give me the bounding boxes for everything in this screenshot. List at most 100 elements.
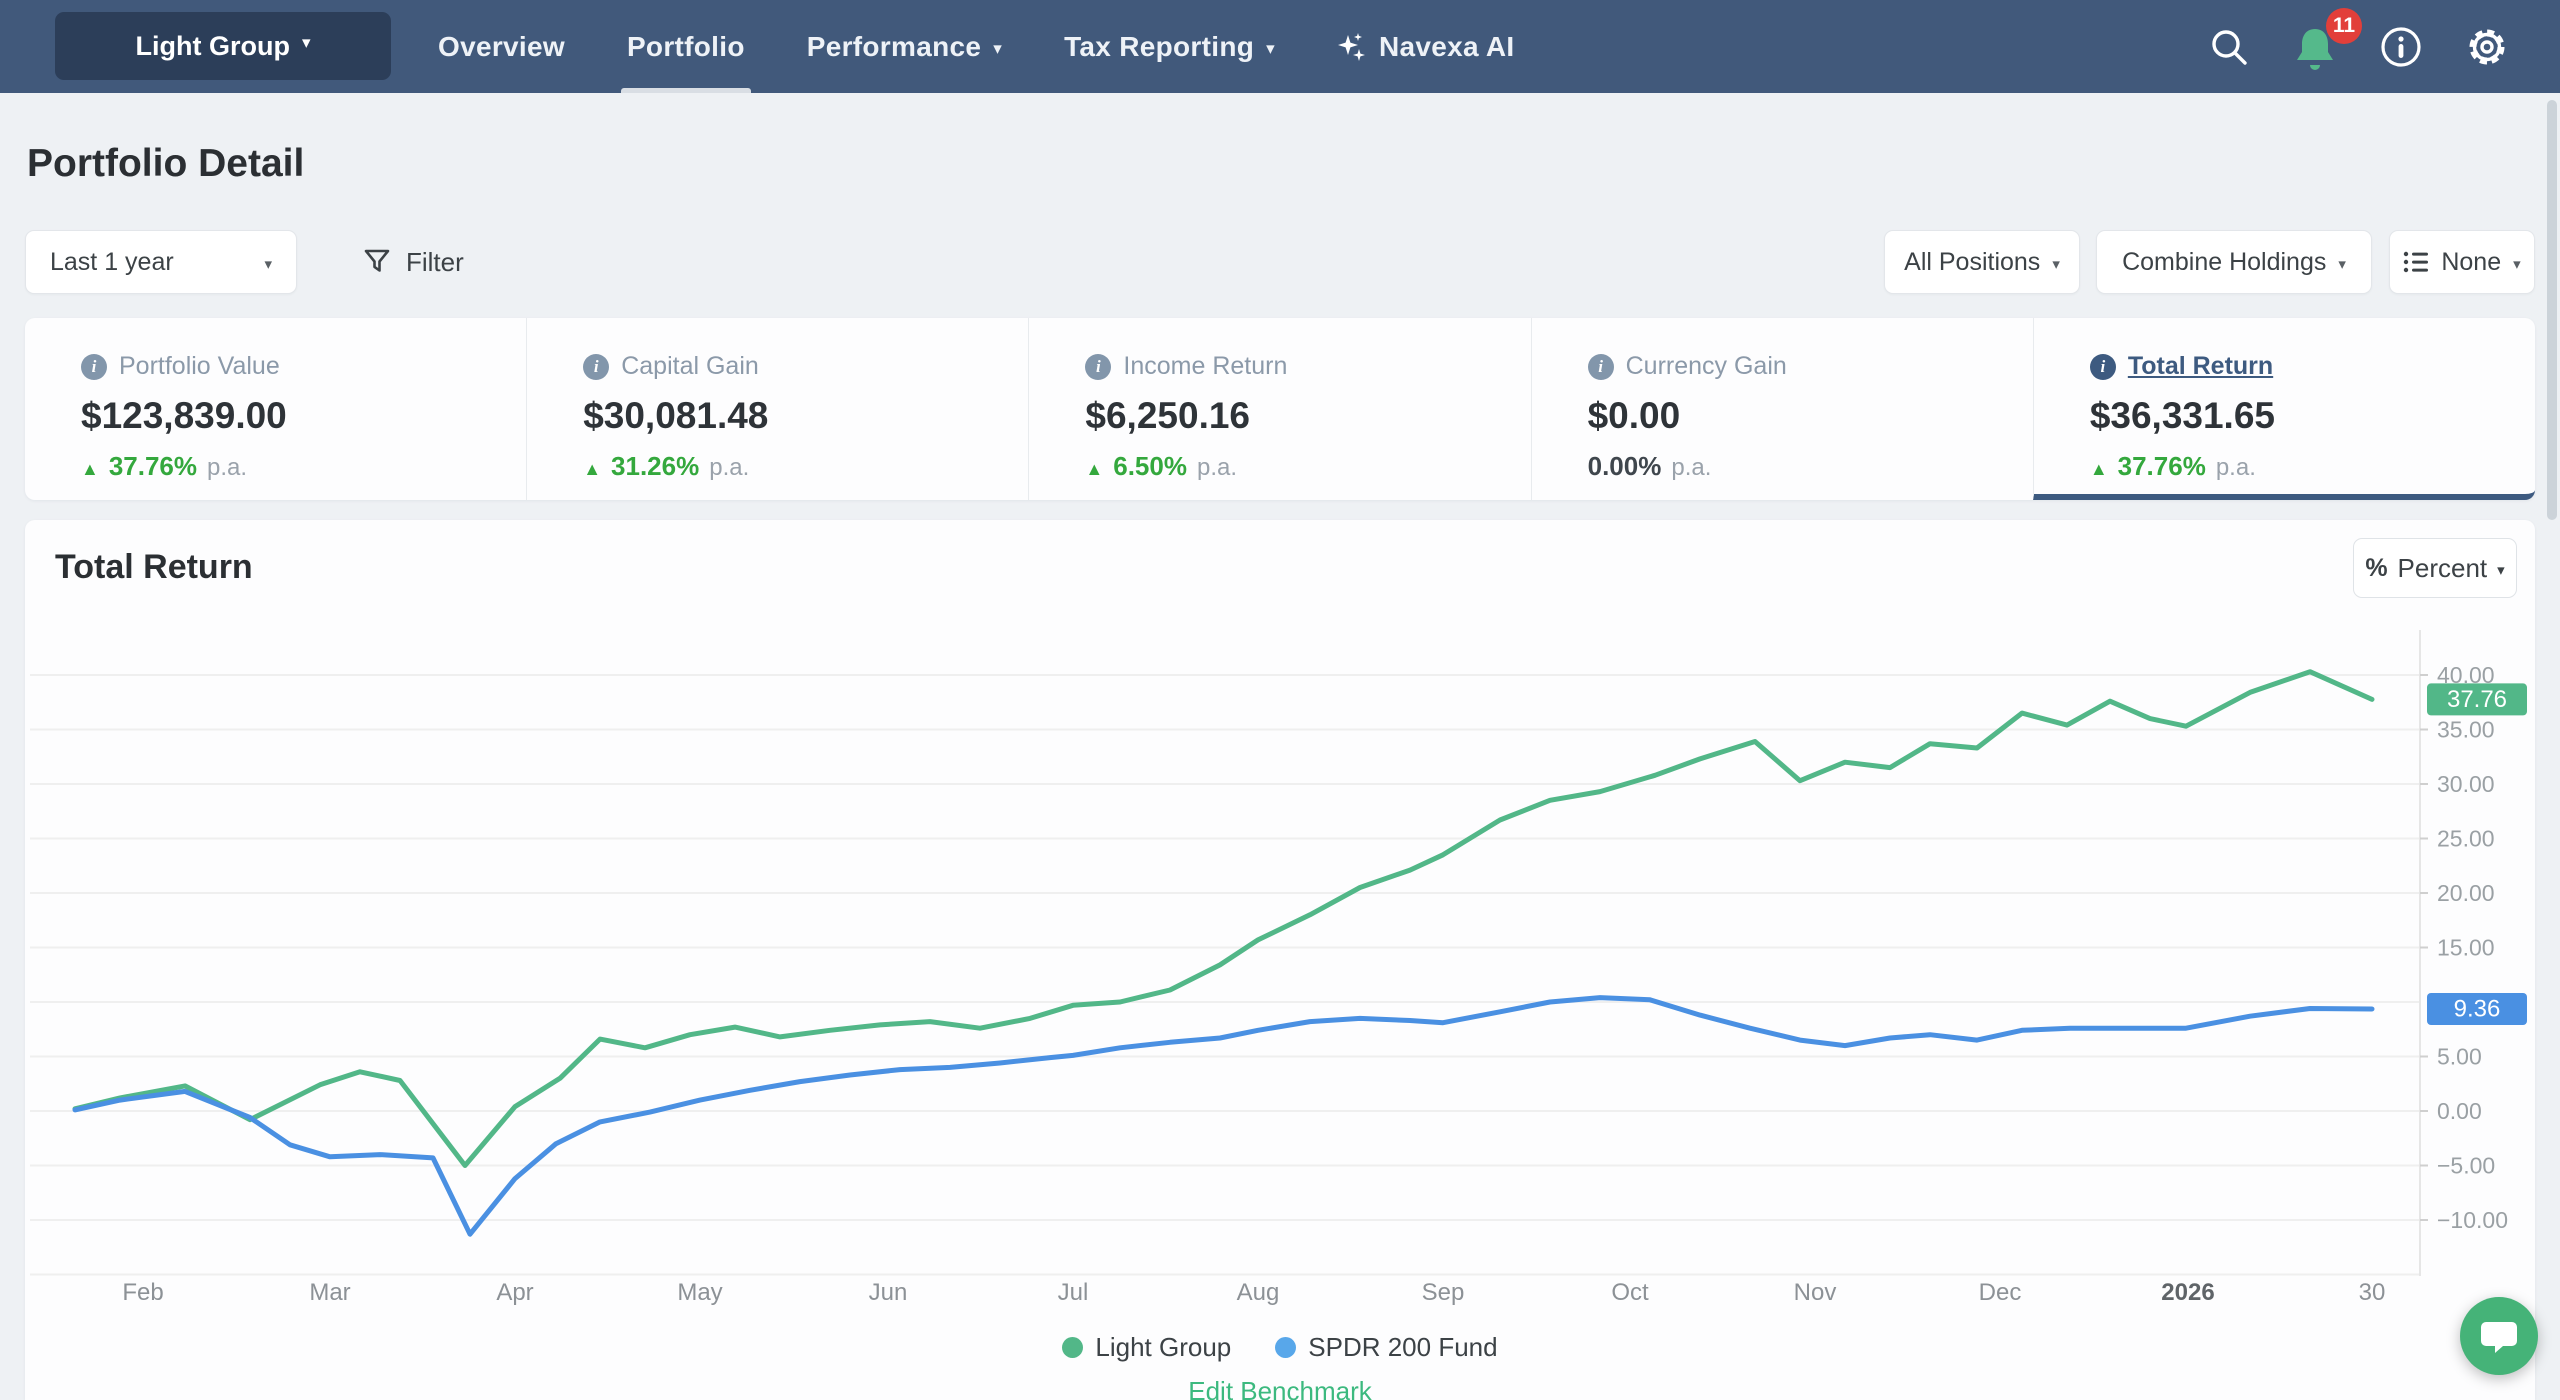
chat-launcher-button[interactable] xyxy=(2460,1297,2538,1375)
stat-change: 0.00% xyxy=(1588,451,1662,482)
stat-card-currency-gain[interactable]: iCurrency Gain$0.000.00%p.a. xyxy=(1531,318,2033,500)
settings-button[interactable] xyxy=(2459,19,2515,75)
x-axis-label: Feb xyxy=(122,1279,163,1306)
app-window: Light Group ▾ Overview Portfolio Performan… xyxy=(0,0,2560,1400)
info-icon[interactable]: i xyxy=(1085,354,1111,380)
x-axis-label: Dec xyxy=(1979,1279,2022,1306)
notification-count-badge[interactable]: 11 xyxy=(2326,8,2362,44)
x-axis-label: Apr xyxy=(496,1279,533,1306)
axis-value-badge-text: 37.76 xyxy=(2447,686,2507,713)
nav-item-label: Performance xyxy=(807,31,982,63)
arrow-up-icon: ▲ xyxy=(583,459,601,480)
stat-change: 6.50% xyxy=(1113,451,1187,482)
chart-unit-dropdown[interactable]: % Percent ▾ xyxy=(2353,538,2517,598)
nav-item-label: Tax Reporting xyxy=(1064,31,1254,63)
chevron-down-icon: ▾ xyxy=(2338,255,2346,273)
x-axis-label: Nov xyxy=(1794,1279,1837,1306)
stat-change-row: ▲37.76%p.a. xyxy=(2090,451,2535,482)
total-return-chart-card: Total Return % Percent ▾ 40.0035.0030.00… xyxy=(25,520,2535,1400)
x-axis-label: Oct xyxy=(1611,1279,1649,1306)
stat-card-income-return[interactable]: iIncome Return$6,250.16▲6.50%p.a. xyxy=(1028,318,1530,500)
info-icon[interactable]: i xyxy=(81,354,107,380)
group-by-dropdown[interactable]: None ▾ xyxy=(2389,230,2535,294)
legend-label: Light Group xyxy=(1095,1332,1231,1363)
stat-card-portfolio-value[interactable]: i Portfolio Value $123,839.00 ▲ 37.76% p.a. xyxy=(25,318,526,500)
y-axis-label: 20.00 xyxy=(2437,880,2495,906)
x-axis-label: Sep xyxy=(1422,1279,1465,1306)
info-icon[interactable]: i xyxy=(1588,354,1614,380)
stat-card-total-return[interactable]: iTotal Return$36,331.65▲37.76%p.a. xyxy=(2033,318,2535,500)
nav-item-performance[interactable]: Performance ▾ xyxy=(807,0,1002,93)
page-title: Portfolio Detail xyxy=(27,142,304,186)
stat-change-row: ▲ 31.26% p.a. xyxy=(583,451,1028,482)
group-by-label: None xyxy=(2441,248,2501,277)
info-icon xyxy=(2378,24,2424,70)
funnel-icon xyxy=(362,247,392,277)
y-axis-label: 35.00 xyxy=(2437,717,2495,743)
info-icon[interactable]: i xyxy=(583,354,609,380)
chart-legend: Light Group SPDR 200 Fund xyxy=(25,1332,2535,1363)
stat-change-suffix: p.a. xyxy=(1197,454,1237,482)
axis-value-badge-text: 9.36 xyxy=(2454,996,2501,1023)
chevron-down-icon: ▾ xyxy=(2052,255,2060,273)
x-axis-label: Jun xyxy=(869,1279,908,1306)
sparkles-icon xyxy=(1337,31,1367,63)
x-axis-label: Mar xyxy=(309,1279,350,1306)
legend-dot xyxy=(1275,1337,1296,1358)
stat-change: 37.76% xyxy=(109,451,197,482)
portfolio-selector[interactable]: Light Group ▾ xyxy=(55,12,391,80)
nav-item-portfolio[interactable]: Portfolio xyxy=(627,0,745,93)
stat-label: Currency Gain xyxy=(1626,352,1787,381)
info-icon[interactable]: i xyxy=(2090,354,2116,380)
nav-item-overview[interactable]: Overview xyxy=(438,0,565,93)
help-button[interactable] xyxy=(2373,19,2429,75)
stat-card-capital-gain[interactable]: i Capital Gain $30,081.48 ▲ 31.26% p.a. xyxy=(526,318,1028,500)
total-return-line-chart[interactable]: 40.0035.0030.0025.0020.0015.005.000.00−5… xyxy=(25,620,2535,1320)
legend-item-spdr-200-fund[interactable]: SPDR 200 Fund xyxy=(1275,1332,1497,1363)
stat-value: $123,839.00 xyxy=(81,395,526,437)
nav-item-label: Overview xyxy=(438,31,565,63)
portfolio-selector-label: Light Group xyxy=(135,31,289,62)
arrow-up-icon: ▲ xyxy=(81,459,99,480)
combine-holdings-dropdown[interactable]: Combine Holdings ▾ xyxy=(2096,230,2372,294)
stat-change-suffix: p.a. xyxy=(709,454,749,482)
legend-item-light-group[interactable]: Light Group xyxy=(1062,1332,1231,1363)
x-axis-label: Jul xyxy=(1058,1279,1089,1306)
edit-benchmark-link[interactable]: Edit Benchmark xyxy=(25,1376,2535,1400)
chart-line-spdr-200-fund xyxy=(75,998,2372,1235)
stat-change-suffix: p.a. xyxy=(207,454,247,482)
percent-icon: % xyxy=(2365,554,2387,583)
stat-change-row: ▲ 37.76% p.a. xyxy=(81,451,526,482)
date-range-select[interactable]: Last 1 year ▾ xyxy=(25,230,297,294)
x-axis-label: 30 xyxy=(2359,1279,2386,1306)
nav-item-label: Navexa AI xyxy=(1379,31,1515,63)
y-axis-label: −10.00 xyxy=(2437,1207,2508,1233)
chevron-down-icon: ▾ xyxy=(2497,561,2505,579)
gear-icon xyxy=(2464,24,2510,70)
y-axis-label: 15.00 xyxy=(2437,935,2495,961)
y-axis-label: −5.00 xyxy=(2437,1153,2495,1179)
stat-change-row: 0.00%p.a. xyxy=(1588,451,2033,482)
chart-line-light-group xyxy=(75,672,2372,1166)
filter-button[interactable]: Filter xyxy=(362,230,464,294)
stat-label: Income Return xyxy=(1123,352,1287,381)
nav-item-tax-reporting[interactable]: Tax Reporting▾ xyxy=(1064,0,1275,93)
stat-change-row: ▲ 6.50% p.a. xyxy=(1085,451,1530,482)
arrow-up-icon: ▲ xyxy=(1085,459,1103,480)
stat-change: 37.76% xyxy=(2118,451,2206,482)
stat-change: 31.26% xyxy=(611,451,699,482)
date-range-value: Last 1 year xyxy=(50,248,174,277)
legend-label: SPDR 200 Fund xyxy=(1308,1332,1497,1363)
search-button[interactable] xyxy=(2201,19,2257,75)
stat-value: $36,331.65 xyxy=(2090,395,2535,437)
scrollbar[interactable] xyxy=(2547,100,2557,520)
main-nav: Overview Portfolio Performance ▾ Tax Reporti… xyxy=(438,0,1515,93)
stat-label: Portfolio Value xyxy=(119,352,280,381)
combine-holdings-label: Combine Holdings xyxy=(2122,248,2326,277)
stat-value: $30,081.48 xyxy=(583,395,1028,437)
stat-label: Capital Gain xyxy=(621,352,759,381)
chevron-down-icon: ▾ xyxy=(993,39,1002,59)
chat-bubble-icon xyxy=(2479,1316,2519,1356)
positions-dropdown[interactable]: All Positions ▾ xyxy=(1884,230,2080,294)
nav-item-navexa-ai[interactable]: Navexa AI xyxy=(1337,0,1515,93)
